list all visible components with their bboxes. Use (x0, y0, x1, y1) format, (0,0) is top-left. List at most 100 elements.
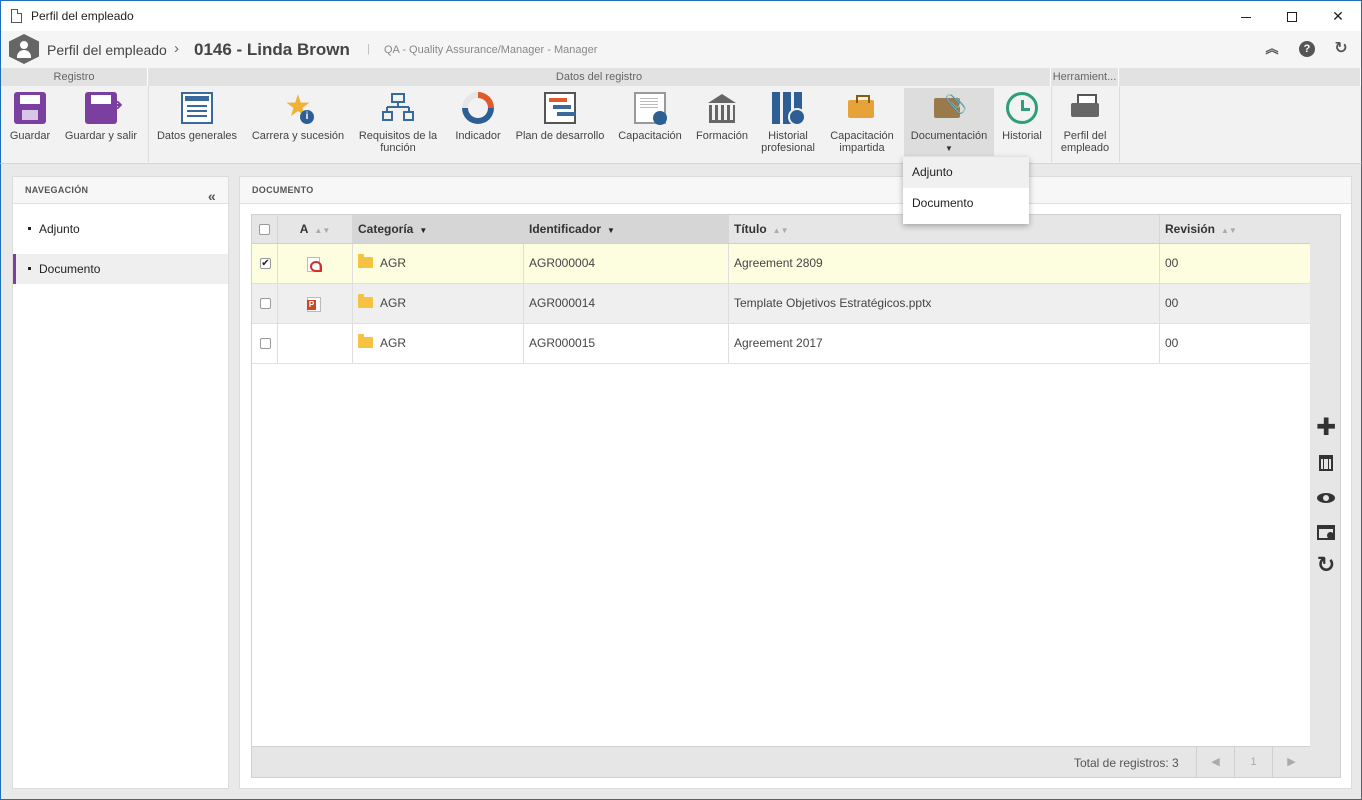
professional-history-label: Historial profesional (761, 130, 815, 154)
group-empty (1119, 68, 1361, 86)
group-datos-registro: Datos del registro (148, 68, 1051, 86)
save-and-exit-button[interactable]: Guardar y salir (59, 88, 143, 158)
column-identificador-label: Identificador (529, 222, 602, 236)
save-label: Guardar (9, 130, 51, 142)
grid-footer: Total de registros: 3 ◀ 1 ▶ (252, 746, 1310, 778)
grid-header: A ▲▼ Categoría ▼ Identificador ▼ Título ▲▼ R… (252, 215, 1310, 244)
select-all-checkbox[interactable] (259, 224, 270, 235)
plus-icon[interactable]: ✚ (1316, 416, 1336, 440)
select-all-cell (252, 215, 278, 243)
form-icon (181, 92, 213, 124)
minimize-icon (1241, 16, 1251, 18)
gantt-icon (544, 92, 576, 124)
pdf-file-icon (307, 257, 322, 272)
training-delivered-button[interactable]: Capacitación impartida (823, 88, 901, 158)
row-checkbox[interactable] (260, 298, 271, 309)
page-number[interactable]: 1 (1234, 747, 1272, 778)
powerpoint-file-icon (307, 297, 321, 312)
main-frame: NAVEGACIÓN « Adjunto Documento DOCUMENTO… (0, 164, 1362, 800)
certificate-icon (634, 92, 667, 125)
row-titulo: Agreement 2809 (729, 244, 1160, 283)
row-titulo: Agreement 2017 (729, 324, 1160, 363)
column-header-categoria[interactable]: Categoría ▼ (353, 215, 524, 243)
trash-icon[interactable] (1316, 453, 1336, 473)
row-titulo: Template Objetivos Estratégicos.pptx (729, 284, 1160, 323)
row-checkbox[interactable] (260, 338, 271, 349)
app-title: Perfil del empleado (47, 42, 167, 58)
record-subtitle: QA - Quality Assurance/Manager - Manager (384, 44, 598, 56)
close-button[interactable]: ✕ (1315, 1, 1361, 32)
institution-icon (706, 92, 738, 124)
column-header-identificador[interactable]: Identificador ▼ (524, 215, 729, 243)
maximize-icon (1287, 12, 1297, 23)
row-revision: 00 (1165, 336, 1179, 350)
general-data-button[interactable]: Datos generales (151, 88, 243, 158)
row-identificador: AGR000004 (524, 244, 729, 283)
org-chart-icon (382, 92, 414, 124)
dropdown-item-documento[interactable]: Documento (903, 188, 1029, 219)
maximize-button[interactable] (1269, 1, 1315, 32)
column-a-label: A (299, 222, 309, 236)
education-label: Formación (696, 130, 748, 142)
employee-profile-label: Perfil del empleado (1060, 130, 1110, 154)
function-requirements-button[interactable]: Requisitos de la función (353, 88, 443, 158)
row-revision: 00 (1165, 296, 1179, 310)
employee-profile-print-button[interactable]: Perfil del empleado (1054, 88, 1116, 158)
dropdown-item-adjunto[interactable]: Adjunto (903, 157, 1029, 188)
row-identificador: AGR000015 (524, 324, 729, 363)
row-identificador: AGR000014 (524, 284, 729, 323)
record-header: Perfil del empleado › 0146 - Linda Brown… (0, 31, 1362, 68)
save-button[interactable]: Guardar (5, 88, 55, 158)
navigation-title-text: NAVEGACIÓN (25, 185, 89, 195)
indicator-button[interactable]: Indicador (449, 88, 507, 158)
group-divider (1119, 86, 1120, 162)
collapse-up-icon[interactable]: ︽ (1264, 41, 1280, 57)
caret-down-icon: ▼ (945, 144, 953, 153)
briefcase-icon (846, 92, 878, 124)
header-separator: | (367, 43, 370, 55)
binders-icon (772, 92, 806, 126)
double-chevron-left-icon[interactable]: « (208, 183, 216, 210)
refresh-icon[interactable]: ↻ (1333, 41, 1349, 57)
folder-icon (358, 254, 373, 268)
group-herramientas: Herramient... (1051, 68, 1119, 86)
documentation-button[interactable]: Documentación ▼ (904, 88, 994, 156)
history-clock-icon (1006, 92, 1038, 124)
eye-icon[interactable] (1316, 487, 1336, 507)
row-checkbox[interactable]: ✔ (260, 258, 271, 269)
previous-page-button[interactable]: ◀ (1196, 747, 1234, 778)
column-categoria-label: Categoría (358, 222, 414, 236)
indicator-label: Indicador (455, 130, 501, 142)
documentation-label: Documentación (910, 130, 988, 142)
next-page-button[interactable]: ▶ (1272, 747, 1310, 778)
document-icon (11, 9, 22, 23)
minimize-button[interactable] (1223, 1, 1269, 32)
help-icon[interactable]: ? (1299, 41, 1315, 57)
nav-item-adjunto[interactable]: Adjunto (13, 214, 228, 244)
training-label: Capacitación (618, 130, 682, 142)
history-button[interactable]: Historial (997, 88, 1047, 158)
history-label: Historial (1002, 130, 1042, 142)
group-registro: Registro (1, 68, 148, 86)
table-row[interactable]: ✔ AGR AGR000004 Agreement 2809 00 (252, 244, 1310, 284)
development-plan-button[interactable]: Plan de desarrollo (511, 88, 609, 158)
column-header-a[interactable]: A ▲▼ (278, 215, 353, 243)
nav-item-documento[interactable]: Documento (13, 254, 228, 284)
education-button[interactable]: Formación (691, 88, 753, 158)
table-row[interactable]: AGR AGR000014 Template Objetivos Estraté… (252, 284, 1310, 324)
preview-window-icon[interactable] (1316, 521, 1336, 541)
general-data-label: Datos generales (156, 130, 238, 142)
row-filetype-empty (278, 324, 353, 363)
total-records: Total de registros: 3 (1074, 756, 1179, 770)
group-divider (1051, 86, 1052, 162)
training-button[interactable]: Capacitación (613, 88, 687, 158)
column-header-revision[interactable]: Revisión ▲▼ (1160, 215, 1310, 243)
star-info-icon: ★ (282, 92, 314, 124)
close-icon: ✕ (1332, 8, 1344, 24)
table-row[interactable]: AGR AGR000015 Agreement 2017 00 (252, 324, 1310, 364)
requirements-label: Requisitos de la función (358, 130, 438, 154)
refresh-icon[interactable]: ↻ (1316, 554, 1336, 576)
professional-history-button[interactable]: Historial profesional (757, 88, 819, 158)
career-succession-button[interactable]: ★ Carrera y sucesión (247, 88, 349, 158)
printer-icon (1069, 92, 1101, 124)
